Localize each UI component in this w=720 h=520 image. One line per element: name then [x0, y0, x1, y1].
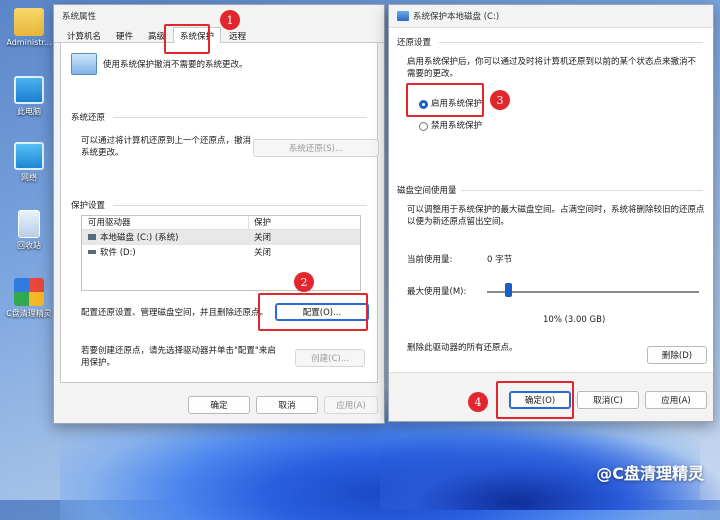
annotation-box-1 — [164, 24, 210, 54]
drive-protection-dialog: 系统保护本地磁盘 (C:) 还原设置 启用系统保护后，你可以通过及时将计算机还原… — [388, 4, 714, 422]
shield-icon — [397, 11, 409, 21]
apply-button[interactable]: 应用(A) — [645, 391, 707, 409]
cancel-button[interactable]: 取消(C) — [577, 391, 639, 409]
desktop-icon-admin[interactable]: Administr... — [2, 8, 56, 47]
divider — [113, 117, 367, 118]
max-usage-label: 最大使用量(M): — [407, 287, 467, 297]
annotation-box-4 — [496, 381, 574, 419]
divider — [439, 42, 703, 43]
restore-settings-heading: 还原设置 — [397, 38, 432, 48]
annotation-box-3 — [406, 83, 484, 117]
annotation-badge-4: 4 — [468, 392, 488, 412]
annotation-badge-3: 3 — [490, 90, 510, 110]
disable-protection-label[interactable]: 禁用系统保护 — [431, 120, 482, 132]
drive-status: 关闭 — [254, 248, 272, 258]
annotation-box-2 — [258, 293, 368, 331]
restore-text: 可以通过将计算机还原到上一个还原点，撤消系统更改。 — [81, 136, 252, 158]
table-row[interactable]: 软件 (D:) 关闭 — [82, 245, 360, 260]
monitor-icon — [14, 76, 44, 104]
restore-settings-text: 启用系统保护后，你可以通过及时将计算机还原到以前的某个状态点来撤消不需要的更改。 — [407, 57, 697, 79]
disable-protection-radio[interactable] — [419, 122, 428, 131]
desktop-icon-c-cleaner[interactable]: C盘清理精灵 — [2, 278, 56, 319]
drive-status: 关闭 — [254, 233, 272, 243]
disk-usage-text: 可以调整用于系统保护的最大磁盘空间。占满空间时，系统将删除较旧的还原点以便为新还… — [407, 205, 705, 227]
desktop-icon-network[interactable]: 网络 — [2, 142, 56, 183]
annotation-badge-1: 1 — [220, 10, 240, 30]
max-usage-value: 10% (3.00 GB) — [543, 315, 606, 325]
dialog-title: 系统保护本地磁盘 (C:) — [413, 12, 500, 22]
drive-icon — [88, 234, 96, 240]
drive-name: 软件 (D:) — [100, 248, 136, 258]
recycle-bin-icon — [18, 210, 40, 238]
titlebar: 系统保护本地磁盘 (C:) — [389, 5, 713, 27]
delete-text: 删除此驱动器的所有还原点。 — [407, 343, 518, 353]
intro-text: 使用系统保护撤消不需要的系统更改。 — [103, 60, 248, 70]
folder-icon — [14, 8, 44, 36]
max-usage-slider-track[interactable] — [487, 291, 699, 293]
desktop-icon-this-pc[interactable]: 此电脑 — [2, 76, 56, 117]
watermark-text: @C盘清理精灵 — [596, 464, 704, 483]
apply-button[interactable]: 应用(A) — [324, 396, 378, 414]
tab-panel: 使用系统保护撤消不需要的系统更改。 系统还原 可以通过将计算机还原到上一个还原点… — [60, 43, 379, 383]
table-header: 可用驱动器 保护 — [82, 216, 360, 230]
system-restore-button[interactable]: 系统还原(S)... — [253, 139, 379, 157]
tab-hardware[interactable]: 硬件 — [109, 27, 140, 42]
divider — [113, 205, 367, 206]
protection-heading: 保护设置 — [71, 201, 106, 211]
system-properties-window: 系统属性 计算机名 硬件 高级 系统保护 远程 使用系统保护撤消不需要的系统更改… — [53, 4, 385, 424]
system-shield-icon — [71, 53, 97, 75]
table-row[interactable]: 本地磁盘 (C:) (系统) 关闭 — [82, 230, 360, 245]
annotation-badge-2: 2 — [294, 272, 314, 292]
titlebar: 系统属性 — [54, 5, 384, 27]
delete-button[interactable]: 删除(D) — [647, 346, 707, 364]
drive-icon — [88, 250, 96, 254]
app-icon — [14, 278, 44, 306]
current-usage-label: 当前使用量: — [407, 255, 453, 265]
column-header-protection: 保护 — [254, 218, 272, 228]
window-title: 系统属性 — [62, 12, 97, 22]
dialog-body: 还原设置 启用系统保护后，你可以通过及时将计算机还原到以前的某个状态点来撤消不需… — [389, 27, 713, 373]
create-button[interactable]: 创建(C)... — [295, 349, 365, 367]
max-usage-slider-thumb[interactable] — [504, 283, 512, 297]
disk-usage-heading: 磁盘空间使用量 — [397, 186, 457, 196]
column-header-drive: 可用驱动器 — [88, 218, 131, 228]
drive-table: 可用驱动器 保护 本地磁盘 (C:) (系统) 关闭 软件 (D:) 关闭 — [81, 215, 361, 291]
configure-text: 配置还原设置、管理磁盘空间，并且删除还原点。 — [81, 308, 269, 318]
restore-heading: 系统还原 — [71, 113, 106, 123]
desktop-icon-recycle-bin[interactable]: 回收站 — [2, 210, 56, 251]
drive-name: 本地磁盘 (C:) (系统) — [100, 233, 179, 243]
ok-button[interactable]: 确定 — [188, 396, 250, 414]
current-usage-value: 0 字节 — [487, 255, 513, 265]
watermark: @C盘清理精灵 — [596, 460, 704, 484]
network-icon — [14, 142, 44, 170]
create-text: 若要创建还原点，请先选择驱动器并单击"配置"来启用保护。 — [81, 346, 276, 368]
cancel-button[interactable]: 取消 — [256, 396, 318, 414]
tab-bar: 计算机名 硬件 高级 系统保护 远程 — [54, 27, 384, 44]
divider — [461, 190, 703, 191]
tab-computer-name[interactable]: 计算机名 — [60, 27, 108, 42]
